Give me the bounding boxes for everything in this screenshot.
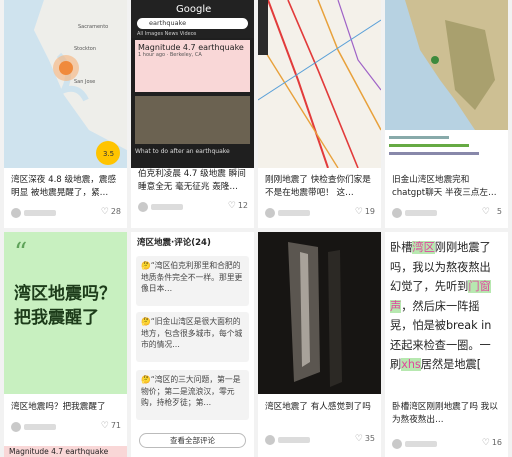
heart-icon[interactable]: ♡ bbox=[482, 207, 490, 217]
svg-text:Sacramento: Sacramento bbox=[78, 24, 108, 30]
like-count: 19 bbox=[364, 207, 375, 216]
avatar bbox=[265, 208, 275, 218]
next-result-strip: Magnitude 4.7 earthquake bbox=[4, 446, 127, 457]
post-title: 卧槽湾区刚刚地震了吗 我以为熬夜熬出… bbox=[392, 402, 498, 425]
avatar bbox=[265, 435, 275, 445]
comment-item[interactable]: 🤔“湾区的三大问题，第一是物价；第二是流浪汉，零元购，持枪歹徒；第… bbox=[136, 370, 249, 420]
comments-header: 湾区地震·评论(24) bbox=[137, 238, 211, 248]
post-card-1[interactable]: 3.5 Sacramento Stockton San Jose 湾区深夜 4.… bbox=[4, 0, 127, 228]
heart-icon[interactable]: ♡ bbox=[101, 207, 109, 217]
heart-icon[interactable]: ♡ bbox=[228, 201, 236, 211]
map-thumbnail: 3.5 Sacramento Stockton San Jose bbox=[4, 0, 127, 168]
comment-item[interactable]: 🤔“旧金山湾区是很大面积的地方，包含很多城市，每个城市的情况… bbox=[136, 312, 249, 362]
like-count: 71 bbox=[110, 421, 121, 430]
image-headline: 湾区地震吗？ 把我震醒了 bbox=[14, 284, 116, 328]
post-card-4[interactable]: 旧金山湾区地震完和 chatgpt聊天 半夜三点左… ♡ 5 bbox=[385, 0, 508, 228]
note-image-thumbnail: 卧槽湾区刚刚地震了 吗，我以为熬夜熬出 幻觉了，先听到门窗 声，然后床一阵摇 晃… bbox=[385, 232, 508, 394]
post-meta: ♡ 12 bbox=[138, 200, 248, 214]
text-image-thumbnail: “ 湾区地震吗？ 把我震醒了 bbox=[4, 232, 127, 394]
topo-map-thumbnail bbox=[385, 0, 508, 168]
post-title: 湾区地震吗？把我震醒了 bbox=[11, 402, 106, 412]
result-title: Magnitude 4.7 earthquake bbox=[138, 43, 244, 52]
post-meta: ♡ 19 bbox=[265, 206, 375, 220]
post-title: 湾区深夜 4.8 级地震，震感明显 被地震晃醒了，紧… bbox=[11, 175, 117, 198]
post-meta: ♡ 16 bbox=[392, 437, 502, 451]
post-card-5[interactable]: “ 湾区地震吗？ 把我震醒了 湾区地震吗？把我震醒了 ♡ 71 Magnitud… bbox=[4, 232, 127, 457]
post-card-3[interactable]: 刚刚地震了 快检查你们家是不是在地震带吧！ 这… ♡ 19 bbox=[258, 0, 381, 228]
avatar bbox=[11, 208, 21, 218]
post-title: 伯克利凌晨 4.7 级地震 瞬间睡意全无 毫无征兆 轰隆… bbox=[138, 169, 246, 192]
search-input[interactable]: earthquake bbox=[137, 18, 248, 29]
post-meta: ♡ 5 bbox=[392, 206, 502, 220]
avatar bbox=[392, 208, 402, 218]
post-meta: ♡ 71 bbox=[11, 420, 121, 434]
like-count: 16 bbox=[491, 438, 502, 447]
heart-icon[interactable]: ♡ bbox=[482, 438, 490, 448]
like-count: 12 bbox=[237, 201, 248, 210]
post-title: 刚刚地震了 快检查你们家是不是在地震带吧！ 这… bbox=[265, 175, 371, 198]
post-title: 旧金山湾区地震完和 chatgpt聊天 半夜三点左… bbox=[392, 175, 497, 198]
google-screenshot-thumbnail: Google earthquake All Images News Videos… bbox=[131, 0, 254, 168]
post-title: 湾区地震了 有人感觉到了吗 bbox=[265, 402, 371, 412]
like-count: 5 bbox=[496, 207, 502, 216]
avatar bbox=[392, 439, 402, 449]
post-card-2[interactable]: Google earthquake All Images News Videos… bbox=[131, 0, 254, 228]
heart-icon[interactable]: ♡ bbox=[355, 434, 363, 444]
post-card-7[interactable]: 湾区地震了 有人感觉到了吗 ♡ 35 bbox=[258, 232, 381, 457]
comment-item[interactable]: 🤔“湾区伯克利那里和合肥的地质条件完全不一样。那里更像日本… bbox=[136, 256, 249, 306]
heart-icon[interactable]: ♡ bbox=[101, 421, 109, 431]
avatar bbox=[138, 202, 148, 212]
photo-thumbnail bbox=[258, 232, 381, 394]
svg-text:San Jose: San Jose bbox=[74, 79, 95, 85]
view-all-comments-button[interactable]: 查看全部评论 bbox=[139, 433, 246, 448]
like-count: 28 bbox=[110, 207, 121, 216]
post-card-8[interactable]: 卧槽湾区刚刚地震了 吗，我以为熬夜熬出 幻觉了，先听到门窗 声，然后床一阵摇 晃… bbox=[385, 232, 508, 457]
svg-text:Stockton: Stockton bbox=[74, 46, 96, 52]
post-meta: ♡ 35 bbox=[265, 433, 375, 447]
heart-icon[interactable]: ♡ bbox=[355, 207, 363, 217]
avatar bbox=[11, 422, 21, 432]
svg-text:3.5: 3.5 bbox=[103, 150, 114, 158]
like-count: 35 bbox=[364, 434, 375, 443]
post-meta: ♡ 28 bbox=[11, 206, 121, 220]
fault-map-thumbnail bbox=[258, 0, 381, 168]
comments-card[interactable]: 湾区地震·评论(24) 🤔“湾区伯克利那里和合肥的地质条件完全不一样。那里更像日… bbox=[131, 232, 254, 457]
google-logo: Google bbox=[176, 4, 212, 15]
